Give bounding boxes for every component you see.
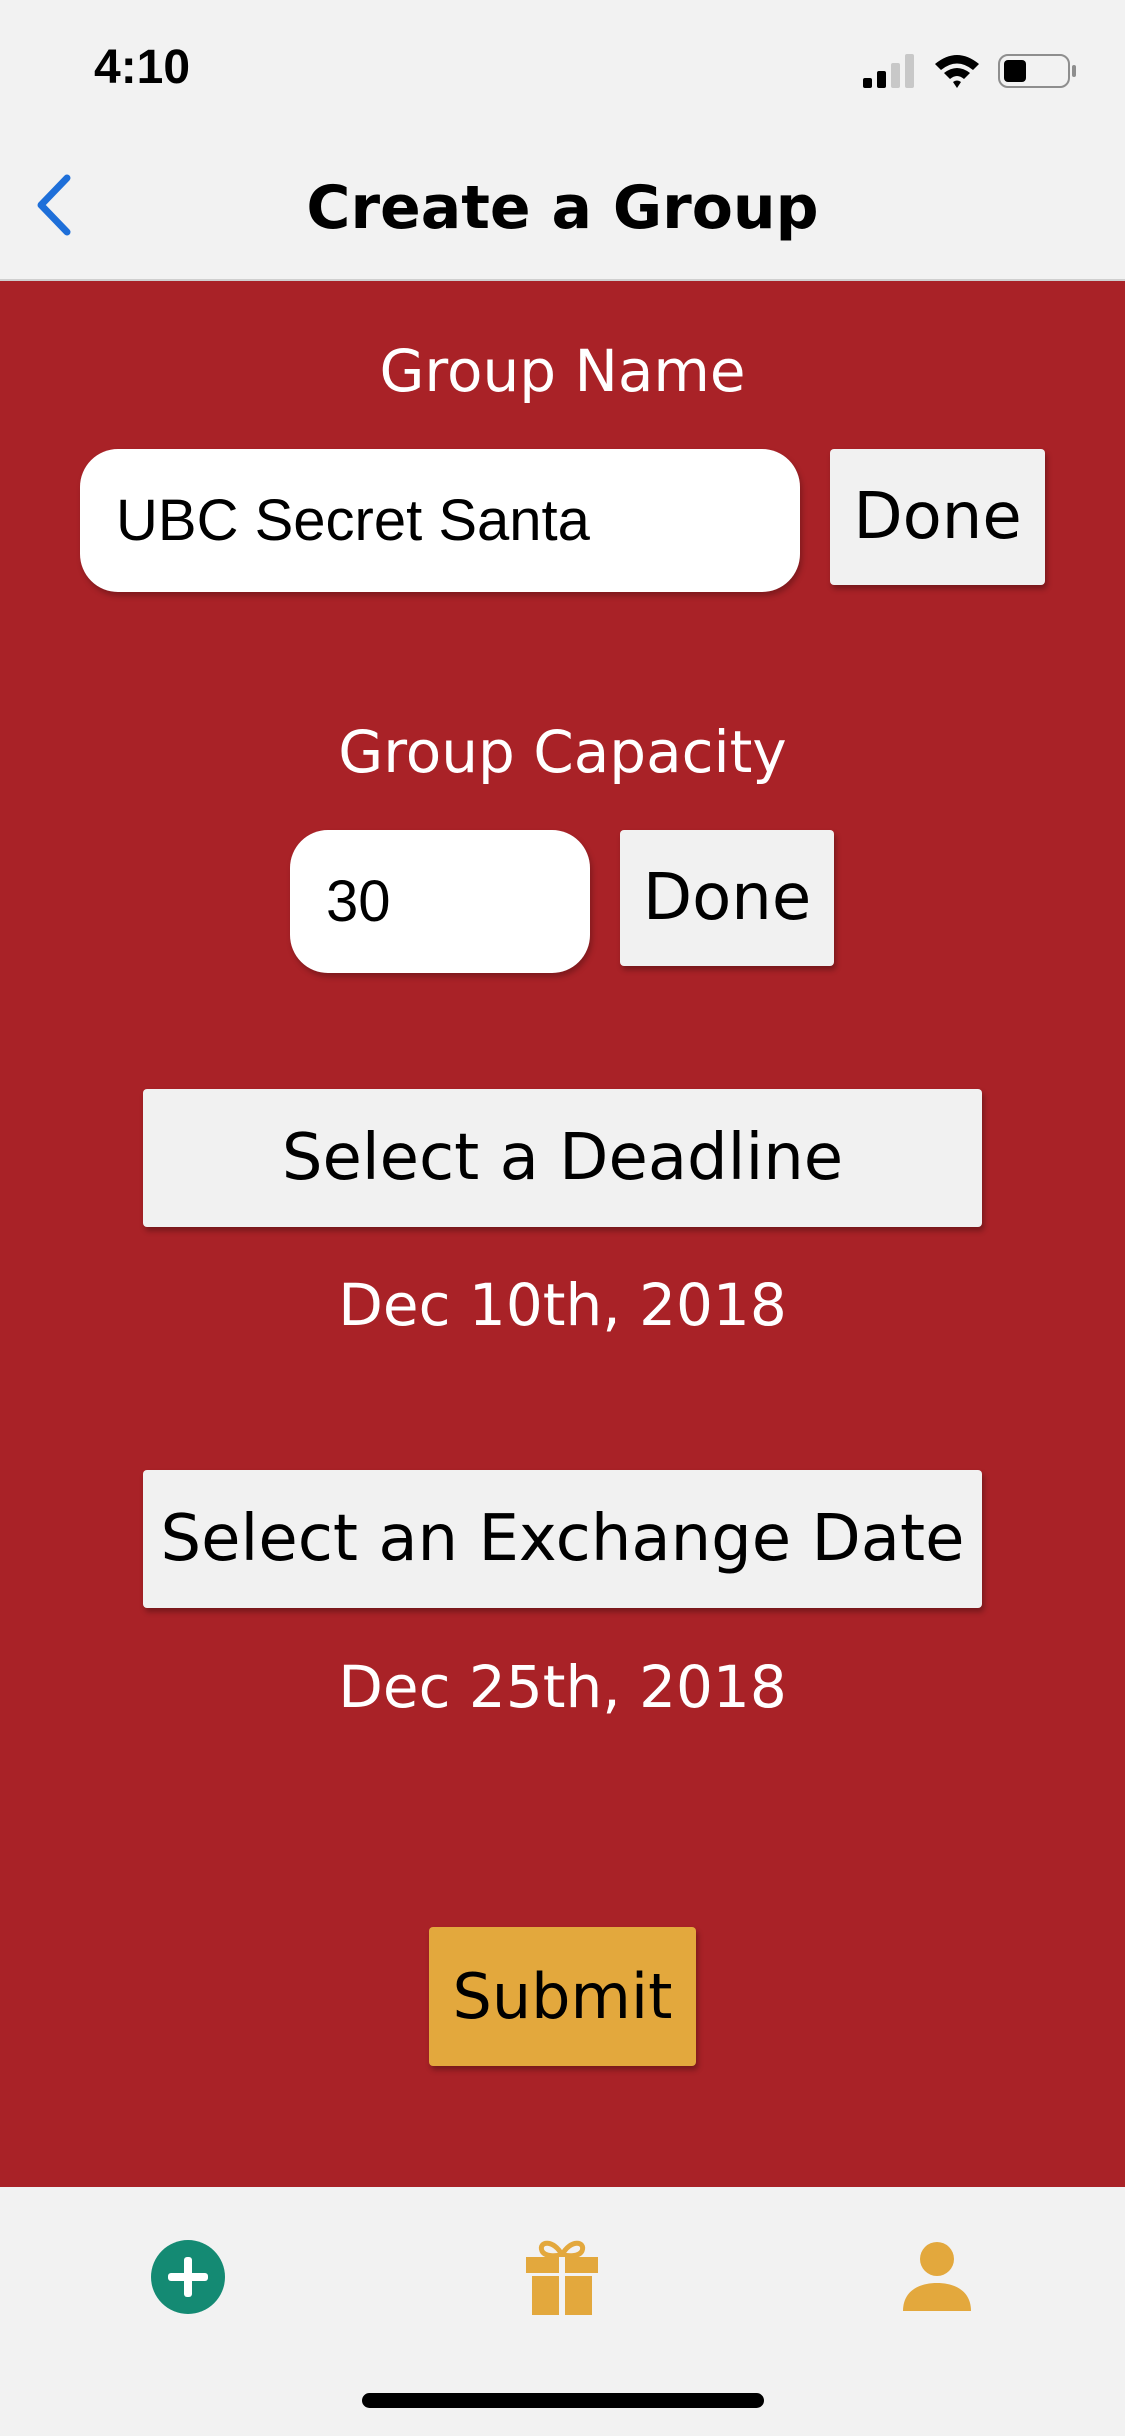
gift-icon — [526, 2240, 598, 2315]
tab-gifts[interactable] — [502, 2217, 622, 2337]
status-icons — [863, 54, 1076, 88]
plus-circle-icon — [151, 2240, 225, 2314]
select-exchange-date-button[interactable]: Select an Exchange Date — [143, 1470, 982, 1608]
battery-icon — [998, 54, 1076, 88]
status-time: 4:10 — [94, 41, 191, 94]
wifi-icon — [935, 55, 979, 88]
home-indicator — [362, 2393, 764, 2408]
group-name-label: Group Name — [379, 337, 746, 405]
tab-create-group[interactable] — [128, 2217, 248, 2337]
deadline-date: Dec 10th, 2018 — [338, 1271, 787, 1339]
group-name-input[interactable]: UBC Secret Santa — [80, 449, 800, 592]
group-capacity-value: 30 — [326, 869, 391, 934]
group-capacity-label: Group Capacity — [338, 718, 787, 786]
exchange-date: Dec 25th, 2018 — [338, 1653, 787, 1721]
group-capacity-done-button[interactable]: Done — [620, 830, 834, 966]
signal-icon — [863, 54, 914, 88]
nav-bar: Create a Group — [0, 135, 1125, 281]
group-name-done-button[interactable]: Done — [830, 449, 1045, 585]
page-title: Create a Group — [306, 173, 819, 243]
group-name-value: UBC Secret Santa — [116, 488, 590, 553]
select-deadline-button[interactable]: Select a Deadline — [143, 1089, 982, 1227]
create-group-form: Group Name UBC Secret Santa Done Group C… — [0, 281, 1125, 2187]
submit-button[interactable]: Submit — [429, 1927, 696, 2066]
status-bar: 4:10 — [0, 0, 1125, 135]
person-icon — [903, 2242, 971, 2311]
tab-profile[interactable] — [877, 2217, 997, 2337]
group-capacity-input[interactable]: 30 — [290, 830, 590, 973]
